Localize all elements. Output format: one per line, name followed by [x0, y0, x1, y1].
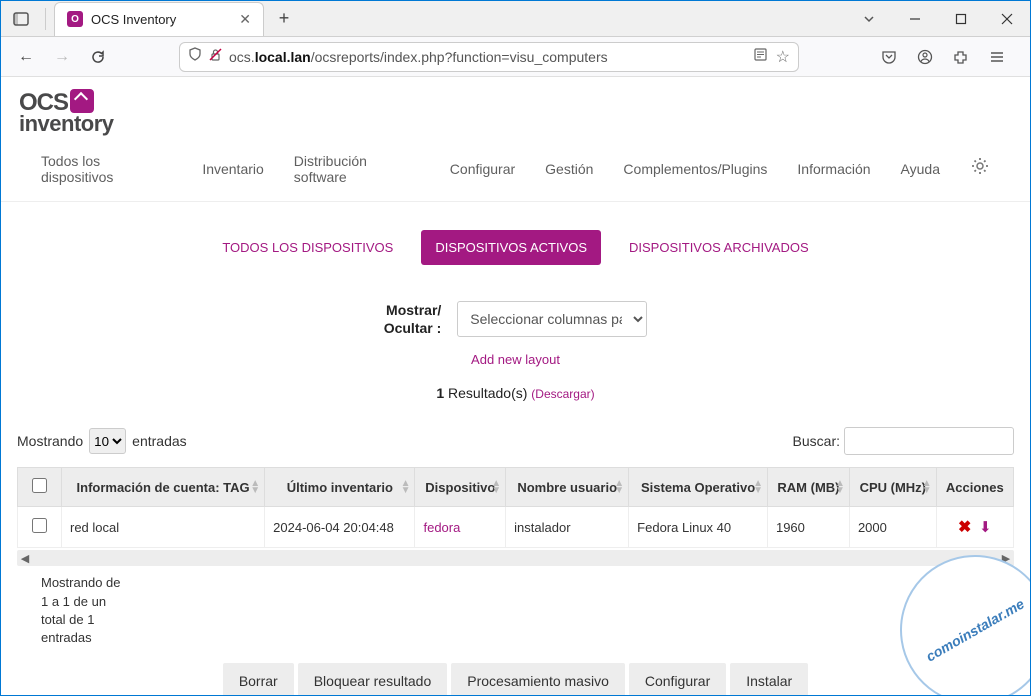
- col-last-inventory[interactable]: Último inventario▲▼: [265, 468, 415, 507]
- browser-titlebar: O OCS Inventory ✕ +: [1, 1, 1030, 37]
- nav-all-devices[interactable]: Todos los dispositivos: [41, 153, 172, 185]
- nav-info[interactable]: Información: [797, 161, 870, 177]
- download-icon[interactable]: ⬇: [979, 519, 992, 536]
- app-menu-icon[interactable]: [981, 42, 1013, 72]
- browser-tab[interactable]: O OCS Inventory ✕: [54, 2, 264, 36]
- url-text: ocs.local.lan/ocsreports/index.php?funct…: [229, 49, 745, 65]
- new-tab-button[interactable]: +: [270, 5, 298, 33]
- columns-select[interactable]: Seleccionar columnas par: [457, 301, 647, 337]
- col-os[interactable]: Sistema Operativo▲▼: [629, 468, 768, 507]
- window-maximize-button[interactable]: [938, 1, 984, 37]
- page-content: OCS inventory Todos los dispositivos Inv…: [1, 77, 1030, 695]
- horizontal-scrollbar[interactable]: ◀ ▶: [17, 550, 1014, 566]
- forward-button: →: [47, 42, 77, 72]
- cell-last-inventory: 2024-06-04 20:04:48: [265, 507, 415, 548]
- row-checkbox[interactable]: [32, 518, 47, 533]
- cell-cpu: 2000: [849, 507, 936, 548]
- search-input[interactable]: [844, 427, 1014, 455]
- download-result-link[interactable]: (Descargar): [531, 387, 594, 401]
- col-ram[interactable]: RAM (MB)▲▼: [767, 468, 849, 507]
- url-input[interactable]: ocs.local.lan/ocsreports/index.php?funct…: [179, 42, 799, 72]
- show-hide-label: Mostrar/Ocultar :: [384, 301, 442, 337]
- back-button[interactable]: ←: [11, 42, 41, 72]
- tab-overview-button[interactable]: [1, 1, 41, 37]
- main-nav: Todos los dispositivos Inventario Distri…: [1, 143, 1030, 202]
- nav-plugins[interactable]: Complementos/Plugins: [623, 161, 767, 177]
- devices-table: Información de cuenta: TAG▲▼ Último inve…: [17, 467, 1014, 548]
- nav-manage[interactable]: Gestión: [545, 161, 593, 177]
- col-actions: Acciones: [936, 468, 1013, 507]
- tab-favicon: O: [67, 11, 83, 27]
- table-row: red local 2024-06-04 20:04:48 fedora ins…: [18, 507, 1014, 548]
- nav-software-dist[interactable]: Distribución software: [294, 153, 420, 185]
- tab-close-icon[interactable]: ✕: [239, 11, 251, 28]
- table-info-text: Mostrando de 1 a 1 de un total de 1 entr…: [1, 566, 161, 655]
- col-tag[interactable]: Información de cuenta: TAG▲▼: [62, 468, 265, 507]
- gear-icon[interactable]: [970, 156, 990, 182]
- entries-label: entradas: [132, 433, 186, 449]
- bulk-actions: Borrar Bloquear resultado Procesamiento …: [1, 655, 1030, 695]
- reader-mode-icon[interactable]: [753, 47, 768, 67]
- cell-user: instalador: [506, 507, 629, 548]
- bulk-lock-button[interactable]: Bloquear resultado: [298, 663, 448, 695]
- insecure-lock-icon[interactable]: [208, 47, 223, 67]
- table-controls: Mostrando 10 entradas Buscar:: [1, 421, 1030, 461]
- nav-inventory[interactable]: Inventario: [202, 161, 263, 177]
- reload-button[interactable]: [83, 42, 113, 72]
- col-device[interactable]: Dispositivo▲▼: [415, 468, 506, 507]
- col-user[interactable]: Nombre usuario▲▼: [506, 468, 629, 507]
- search-label: Buscar:: [793, 433, 840, 449]
- result-count: 1 Resultado(s) (Descargar): [1, 377, 1030, 421]
- filter-tabs: TODOS LOS DISPOSITIVOS DISPOSITIVOS ACTI…: [1, 202, 1030, 283]
- pocket-icon[interactable]: [873, 42, 905, 72]
- window-minimize-button[interactable]: [892, 1, 938, 37]
- device-link[interactable]: fedora: [423, 520, 460, 535]
- scroll-right-icon[interactable]: ▶: [998, 552, 1014, 565]
- scroll-left-icon[interactable]: ◀: [17, 552, 33, 565]
- col-cpu[interactable]: CPU (MHz)▲▼: [849, 468, 936, 507]
- bookmark-icon[interactable]: ☆: [776, 47, 790, 67]
- account-icon[interactable]: [909, 42, 941, 72]
- select-all-checkbox[interactable]: [32, 478, 47, 493]
- nav-help[interactable]: Ayuda: [901, 161, 940, 177]
- cell-os: Fedora Linux 40: [629, 507, 768, 548]
- tab-all-devices[interactable]: TODOS LOS DISPOSITIVOS: [208, 230, 407, 265]
- add-layout-link[interactable]: Add new layout: [471, 352, 560, 367]
- shield-icon[interactable]: [188, 47, 202, 66]
- tab-archived-devices[interactable]: DISPOSITIVOS ARCHIVADOS: [615, 230, 823, 265]
- app-logo[interactable]: OCS inventory: [19, 89, 114, 137]
- cell-ram: 1960: [767, 507, 849, 548]
- column-selector: Mostrar/Ocultar : Seleccionar columnas p…: [1, 283, 1030, 343]
- bulk-delete-button[interactable]: Borrar: [223, 663, 294, 695]
- window-close-button[interactable]: [984, 1, 1030, 37]
- address-bar: ← → ocs.local.lan/ocsreports/index.php?f…: [1, 37, 1030, 77]
- cell-tag: red local: [62, 507, 265, 548]
- tabs-dropdown-button[interactable]: [846, 12, 892, 26]
- tab-active-devices[interactable]: DISPOSITIVOS ACTIVOS: [421, 230, 601, 265]
- show-entries-label: Mostrando: [17, 433, 83, 449]
- bulk-install-button[interactable]: Instalar: [730, 663, 808, 695]
- extensions-icon[interactable]: [945, 42, 977, 72]
- bulk-mass-button[interactable]: Procesamiento masivo: [451, 663, 625, 695]
- nav-configure[interactable]: Configurar: [450, 161, 515, 177]
- page-size-select[interactable]: 10: [89, 428, 126, 454]
- bulk-configure-button[interactable]: Configurar: [629, 663, 726, 695]
- tab-title: OCS Inventory: [91, 12, 231, 27]
- delete-icon[interactable]: ✖: [958, 519, 971, 536]
